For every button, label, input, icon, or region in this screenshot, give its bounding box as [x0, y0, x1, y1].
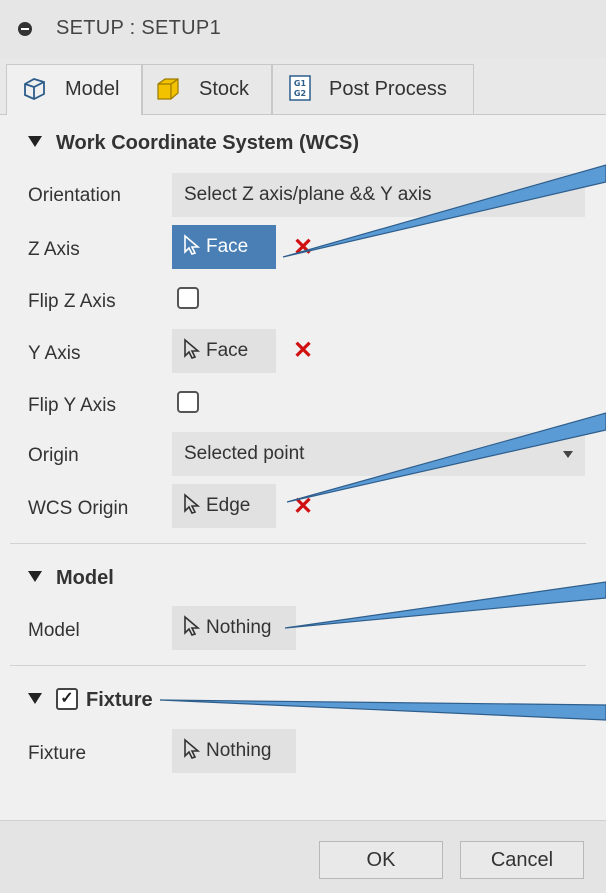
expand-triangle-icon [28, 571, 42, 583]
tab-model-label: Model [65, 78, 120, 100]
model-section-header[interactable]: Model [28, 567, 114, 590]
orientation-value: Select Z axis/plane && Y axis [184, 184, 432, 205]
wcs-origin-selector[interactable]: Edge [172, 484, 276, 528]
collapse-dialog-icon[interactable] [18, 22, 32, 36]
origin-label: Origin [28, 445, 79, 466]
orientation-dropdown[interactable]: Select Z axis/plane && Y axis [172, 173, 585, 217]
tab-model[interactable]: Model [6, 64, 142, 115]
expand-triangle-icon [28, 693, 42, 705]
setup-body: Work Coordinate System (WCS) Orientation… [0, 115, 606, 820]
expand-triangle-icon [28, 136, 42, 148]
model-selector[interactable]: Nothing [172, 606, 296, 650]
z-axis-selector[interactable]: Face [172, 225, 276, 269]
z-axis-value: Face [206, 236, 249, 258]
cursor-arrow-icon [184, 493, 201, 514]
fixture-value: Nothing [206, 740, 272, 762]
ok-button[interactable]: OK [319, 841, 443, 879]
wcs-section-header[interactable]: Work Coordinate System (WCS) [28, 132, 359, 155]
wcs-origin-label: WCS Origin [28, 498, 129, 519]
flip-y-axis-checkbox[interactable] [177, 391, 199, 413]
orientation-label: Orientation [28, 185, 121, 206]
g1g2-post-icon: G1 G2 [289, 75, 311, 101]
model-value: Nothing [206, 617, 272, 639]
wcs-origin-value: Edge [206, 495, 251, 517]
cancel-button[interactable]: Cancel [460, 841, 584, 879]
svg-text:G2: G2 [294, 89, 306, 98]
model-heading: Model [56, 567, 114, 589]
tab-stock-label: Stock [199, 78, 250, 100]
tab-stock[interactable]: Stock [142, 64, 272, 114]
dialog-footer: OK Cancel [0, 820, 606, 893]
fixture-section-header[interactable]: ✓ Fixture [28, 687, 153, 712]
section-divider [10, 665, 586, 666]
tab-post-process-label: Post Process [329, 78, 447, 100]
y-axis-selector[interactable]: Face [172, 329, 276, 373]
svg-text:G1: G1 [294, 79, 307, 88]
clear-z-axis-icon[interactable]: ✕ [293, 236, 313, 260]
y-axis-value: Face [206, 340, 249, 362]
setup-dialog: ceTest ceTest2 SETUP : SETUP1 Model Stoc… [0, 0, 606, 893]
tab-post-process[interactable]: G1 G2 Post Process [272, 64, 474, 114]
title-bar: SETUP : SETUP1 [0, 0, 606, 59]
fixture-heading: Fixture [86, 689, 153, 711]
dialog-title: SETUP : SETUP1 [56, 17, 221, 39]
origin-value: Selected point [184, 443, 305, 464]
model-cube-icon [24, 78, 45, 100]
z-axis-label: Z Axis [28, 239, 80, 260]
origin-dropdown[interactable]: Selected point [172, 432, 585, 476]
cursor-arrow-icon [184, 738, 201, 759]
flip-z-axis-checkbox[interactable] [177, 287, 199, 309]
model-label: Model [28, 620, 80, 641]
fixture-selector[interactable]: Nothing [172, 729, 296, 773]
fixture-label: Fixture [28, 743, 87, 764]
wcs-heading: Work Coordinate System (WCS) [56, 132, 359, 154]
fixture-enable-checkbox[interactable]: ✓ [56, 687, 78, 710]
y-axis-label: Y Axis [28, 343, 81, 364]
stock-box-icon [157, 78, 179, 100]
clear-wcs-origin-icon[interactable]: ✕ [293, 495, 313, 519]
section-divider [10, 543, 586, 544]
flip-z-axis-label: Flip Z Axis [28, 291, 116, 312]
cursor-arrow-icon [184, 338, 201, 359]
tab-bar: Model Stock G1 G2 Post Process [0, 58, 606, 115]
cursor-arrow-icon [184, 615, 201, 636]
cursor-arrow-icon [184, 234, 201, 255]
clear-y-axis-icon[interactable]: ✕ [293, 339, 313, 363]
dropdown-arrow-icon [563, 451, 573, 458]
flip-y-axis-label: Flip Y Axis [28, 395, 117, 416]
